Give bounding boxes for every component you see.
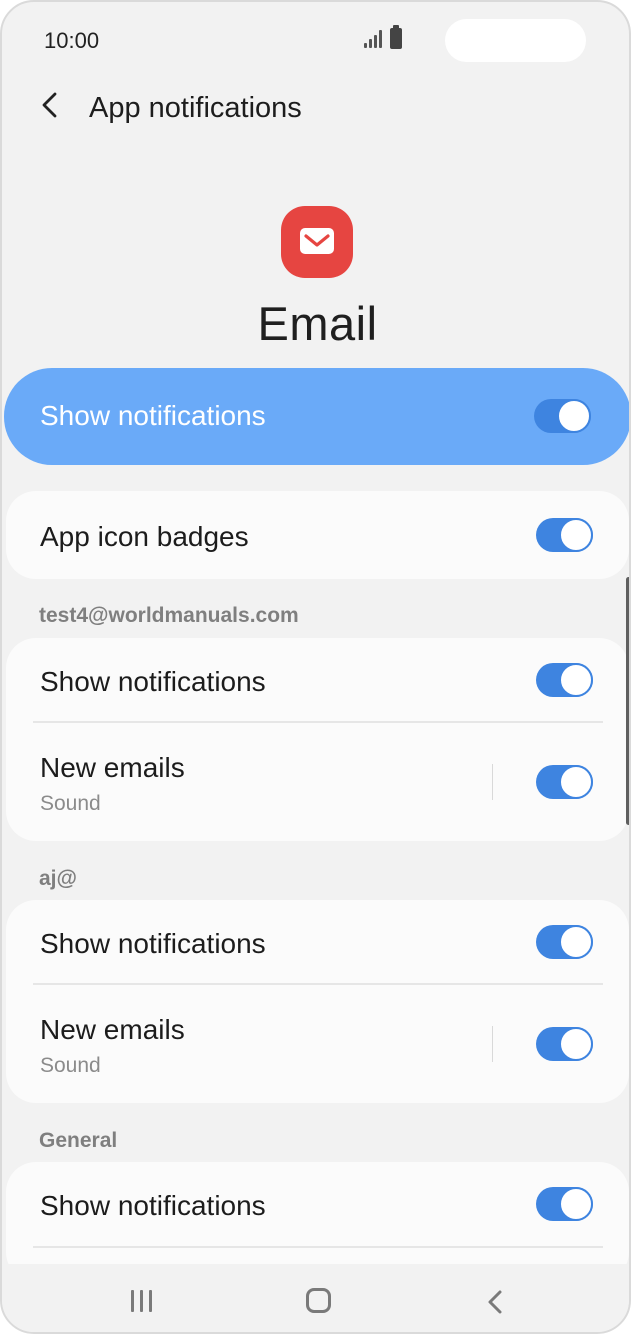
header: App notifications	[2, 76, 629, 140]
nav-back-icon[interactable]	[485, 1288, 505, 1316]
master-toggle-label: Show notifications	[40, 400, 266, 431]
navigation-bar	[2, 1264, 629, 1332]
account-2-new-emails-toggle[interactable]	[536, 1027, 593, 1061]
section-header-general: General	[39, 1129, 118, 1152]
general-show-notifications-label: Show notifications	[40, 1190, 266, 1221]
vertical-separator	[492, 1026, 493, 1062]
recents-icon[interactable]	[131, 1290, 153, 1312]
account-2-show-notifications-toggle[interactable]	[536, 925, 593, 959]
master-show-notifications-row[interactable]: Show notifications	[4, 368, 629, 465]
account-2-new-emails-row[interactable]: New emails Sound	[6, 985, 629, 1103]
account-1-show-notifications-row[interactable]: Show notifications	[6, 638, 629, 722]
account-1-new-emails-label: New emails	[40, 752, 185, 783]
account-1-card: Show notifications New emails Sound	[6, 638, 629, 841]
status-time: 10:00	[44, 28, 100, 53]
account-2-new-emails-sub: Sound	[40, 1054, 101, 1077]
account-1-show-notifications-label: Show notifications	[40, 666, 266, 697]
scrollbar[interactable]	[626, 577, 629, 825]
master-toggle-switch[interactable]	[534, 399, 591, 433]
status-icons	[364, 25, 408, 52]
app-icon-badges-row[interactable]: App icon badges	[6, 491, 629, 579]
general-show-notifications-row[interactable]: Show notifications	[6, 1162, 629, 1246]
status-bar: 10:00	[2, 2, 629, 74]
app-icon-badges-label: App icon badges	[40, 521, 249, 552]
envelope-icon	[300, 228, 334, 254]
account-1-new-emails-toggle[interactable]	[536, 765, 593, 799]
badges-card: App icon badges	[6, 491, 629, 579]
account-2-new-emails-label: New emails	[40, 1014, 185, 1045]
email-app-icon	[281, 206, 353, 278]
account-2-show-notifications-row[interactable]: Show notifications	[6, 900, 629, 984]
app-icon-badges-toggle[interactable]	[536, 518, 593, 552]
battery-icon	[390, 25, 402, 49]
account-1-new-emails-sub: Sound	[40, 792, 101, 815]
vertical-separator	[492, 764, 493, 800]
app-name: Email	[257, 297, 378, 350]
account-2-show-notifications-label: Show notifications	[40, 928, 266, 959]
home-icon[interactable]	[306, 1288, 331, 1313]
section-header-account-1: test4@worldmanuals.com	[39, 604, 299, 627]
back-icon[interactable]	[36, 90, 66, 120]
page-title: App notifications	[89, 92, 302, 124]
general-show-notifications-toggle[interactable]	[536, 1187, 593, 1221]
account-1-show-notifications-toggle[interactable]	[536, 663, 593, 697]
account-1-new-emails-row[interactable]: New emails Sound	[6, 723, 629, 841]
section-header-account-2: aj@	[39, 867, 77, 890]
signal-icon	[364, 30, 384, 48]
phone-screen: 10:00 App notifications Email Show notif…	[0, 0, 631, 1334]
camera-cutout	[445, 19, 586, 62]
divider	[33, 1246, 603, 1248]
account-2-card: Show notifications New emails Sound	[6, 900, 629, 1103]
